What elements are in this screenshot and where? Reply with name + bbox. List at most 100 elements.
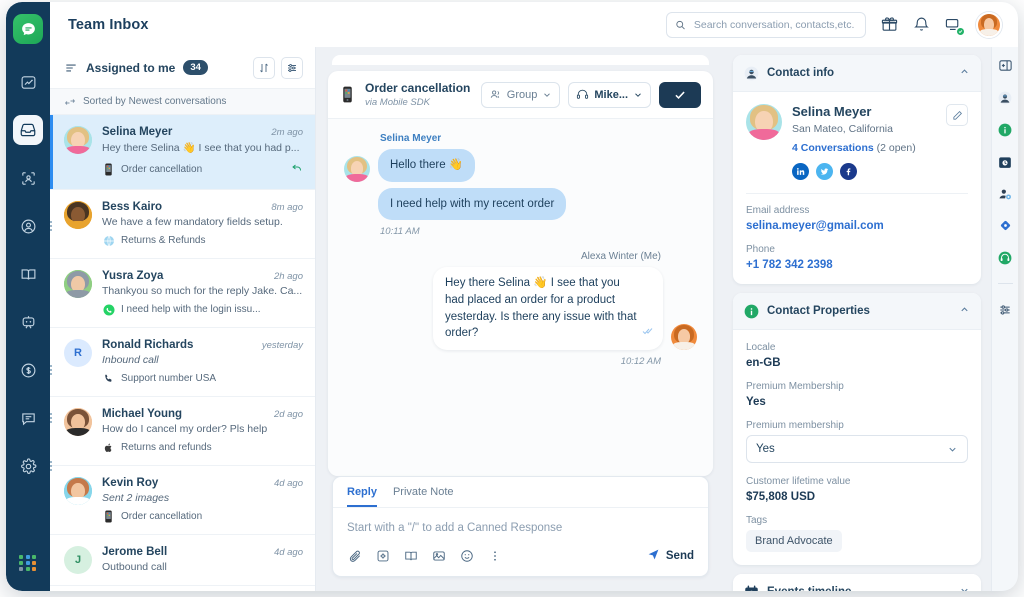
chevron-up-icon[interactable]: [959, 64, 970, 82]
conversation-channel-label: I need help with the login issu...: [121, 304, 261, 315]
property-select[interactable]: Yes: [746, 435, 968, 463]
bell-icon[interactable]: [912, 16, 930, 34]
send-button[interactable]: Send: [647, 548, 694, 564]
chevron-up-icon[interactable]: [959, 302, 970, 320]
sidebar-item-analytics[interactable]: [13, 67, 43, 97]
conversation-contact-name: Jerome Bell: [102, 546, 168, 558]
conversation-contact-name: Ronald Richards: [102, 339, 194, 351]
composer-tab-reply[interactable]: Reply: [347, 477, 377, 507]
group-selector[interactable]: Group: [480, 81, 561, 108]
phone-value[interactable]: +1 782 342 2398: [746, 259, 968, 271]
conversation-list-item[interactable]: Michael Young 2d ago How do I cancel my or…: [50, 397, 315, 466]
screen-share-icon[interactable]: [944, 16, 965, 36]
sidebar-item-more-dots[interactable]: [50, 365, 52, 375]
composer-tabs: Reply Private Note: [333, 477, 708, 508]
freshchat-logo-icon[interactable]: [13, 14, 43, 44]
conversation-item-body: Bess Kairo 8m ago We have a few mandatory …: [102, 201, 303, 247]
sidebar-item-more-dots[interactable]: [50, 413, 52, 423]
contact-name: Selina Meyer: [792, 104, 872, 119]
search-input[interactable]: [691, 17, 857, 32]
mobile-sdk-icon: [102, 510, 115, 523]
support-icon[interactable]: [997, 249, 1014, 266]
phone-label: Phone: [746, 244, 775, 255]
sidebar-item-journeys[interactable]: [13, 163, 43, 193]
conversation-item-body: Selina Meyer 2m ago Hey there Selina 👋 I s…: [102, 126, 303, 178]
contact-sidebar[interactable]: Contact info Selina Meyer San Mateo, Cal…: [725, 47, 991, 591]
events-timeline-header[interactable]: Events timeline: [733, 574, 981, 591]
conversation-list-item[interactable]: Bess Kairo 8m ago We have a few mandatory …: [50, 190, 315, 259]
twitter-icon[interactable]: [816, 163, 833, 180]
conversation-snippet: Outbound call: [102, 561, 167, 573]
conversation-item-top: Kevin Roy 4d ago: [102, 477, 303, 489]
knowledge-base-icon[interactable]: [403, 549, 418, 564]
conversation-items[interactable]: Selina Meyer 2m ago Hey there Selina 👋 I s…: [50, 115, 315, 591]
email-label: Email address: [746, 205, 810, 216]
sort-status-text: Sorted by Newest conversations: [83, 96, 227, 107]
message-timestamp: 10:11 AM: [380, 226, 420, 238]
conversation-item-top: Selina Meyer 2m ago: [102, 126, 303, 138]
filter-button[interactable]: [281, 56, 303, 79]
avatar[interactable]: [976, 11, 1002, 38]
integrations-icon[interactable]: [997, 217, 1014, 234]
edit-contact-button[interactable]: [946, 104, 968, 126]
message-composer: Reply Private Note Start with a "/" to ad…: [332, 476, 709, 577]
conversation-list-item[interactable]: J Jerome Bell 4d ago Outbound call: [50, 535, 315, 586]
mobile-sdk-icon: [340, 86, 355, 103]
conversation-snippet: Sent 2 images: [102, 492, 170, 504]
sidebar-item-knowledge-base[interactable]: [13, 259, 43, 289]
send-label: Send: [665, 550, 694, 562]
conversation-timestamp: 4d ago: [273, 478, 303, 489]
contact-info-header[interactable]: Contact info: [733, 55, 981, 92]
conversations-count-link[interactable]: 4 Conversations: [792, 142, 874, 154]
email-value[interactable]: selina.meyer@gmail.com: [746, 220, 968, 232]
linkedin-icon[interactable]: [792, 163, 809, 180]
conversation-title-block: Order cancellation via Mobile SDK: [365, 81, 470, 108]
conversation-snippet: We have a few mandatory fields setup.: [102, 216, 283, 228]
tag-chip[interactable]: Brand Advocate: [746, 530, 842, 552]
contact-properties-header[interactable]: Contact Properties: [733, 293, 981, 330]
conversation-list-item[interactable]: Selina Meyer 2m ago Hey there Selina 👋 I s…: [50, 115, 315, 190]
sidebar-item-bot[interactable]: [13, 307, 43, 337]
conversation-list-item[interactable]: R Ronald Richards yesterday Inbound call Sup…: [50, 328, 315, 397]
contact-properties-icon[interactable]: [997, 121, 1014, 138]
composer-input[interactable]: Start with a "/" to add a Canned Respons…: [333, 508, 708, 548]
contact-info-icon[interactable]: [997, 89, 1014, 106]
gift-icon[interactable]: [880, 16, 898, 34]
conversation-filter-label[interactable]: Assigned to me: [86, 61, 175, 75]
settings-sliders-icon[interactable]: [997, 301, 1014, 318]
events-timeline-icon[interactable]: [997, 153, 1014, 170]
message-thread: Selina Meyer Hello there 👋 I need help wit…: [328, 119, 713, 476]
sort-status-bar: Sorted by Newest conversations: [50, 89, 315, 115]
sort-button[interactable]: [253, 56, 275, 79]
composer-tab-private-note[interactable]: Private Note: [393, 477, 454, 507]
conversation-contact-name: Bess Kairo: [102, 201, 163, 213]
sidebar-item-messages[interactable]: [13, 403, 52, 433]
conversation-channel-row: Returns and refunds: [102, 441, 303, 454]
more-options-icon[interactable]: [487, 549, 502, 564]
chevron-down-icon[interactable]: [959, 583, 970, 591]
conversation-timestamp: 2d ago: [273, 409, 303, 420]
conversation-list-item[interactable]: Yusra Zoya 2h ago Thankyou so much for the…: [50, 259, 315, 328]
sidebar-item-contacts[interactable]: [13, 211, 52, 241]
image-icon[interactable]: [431, 549, 446, 564]
list-lines-icon[interactable]: [64, 61, 78, 75]
sidebar-item-more-dots[interactable]: [50, 461, 52, 471]
conversation-item-body: Kevin Roy 4d ago Sent 2 images Order cancel…: [102, 477, 303, 523]
social-profile-icon[interactable]: [997, 185, 1014, 202]
global-search[interactable]: [666, 11, 866, 38]
facebook-icon[interactable]: [840, 163, 857, 180]
assignee-selector[interactable]: Mike...: [568, 81, 651, 108]
sidebar-item-inbox[interactable]: [13, 115, 43, 145]
resolve-button[interactable]: [659, 81, 701, 108]
conversation-item-top: Yusra Zoya 2h ago: [102, 270, 303, 282]
attachment-icon[interactable]: [347, 549, 362, 564]
sidebar-item-billing[interactable]: [13, 355, 52, 385]
canned-response-icon[interactable]: [375, 549, 390, 564]
emoji-icon[interactable]: [459, 549, 474, 564]
panel-toggle-icon[interactable]: [997, 57, 1014, 74]
conversation-list-item[interactable]: Kevin Roy 4d ago Sent 2 images Order cancel…: [50, 466, 315, 535]
sidebar-item-more-dots[interactable]: [50, 221, 52, 231]
contact-info-title: Contact info: [767, 67, 835, 79]
apps-grid-icon[interactable]: [19, 555, 37, 571]
sidebar-item-settings[interactable]: [13, 451, 52, 481]
